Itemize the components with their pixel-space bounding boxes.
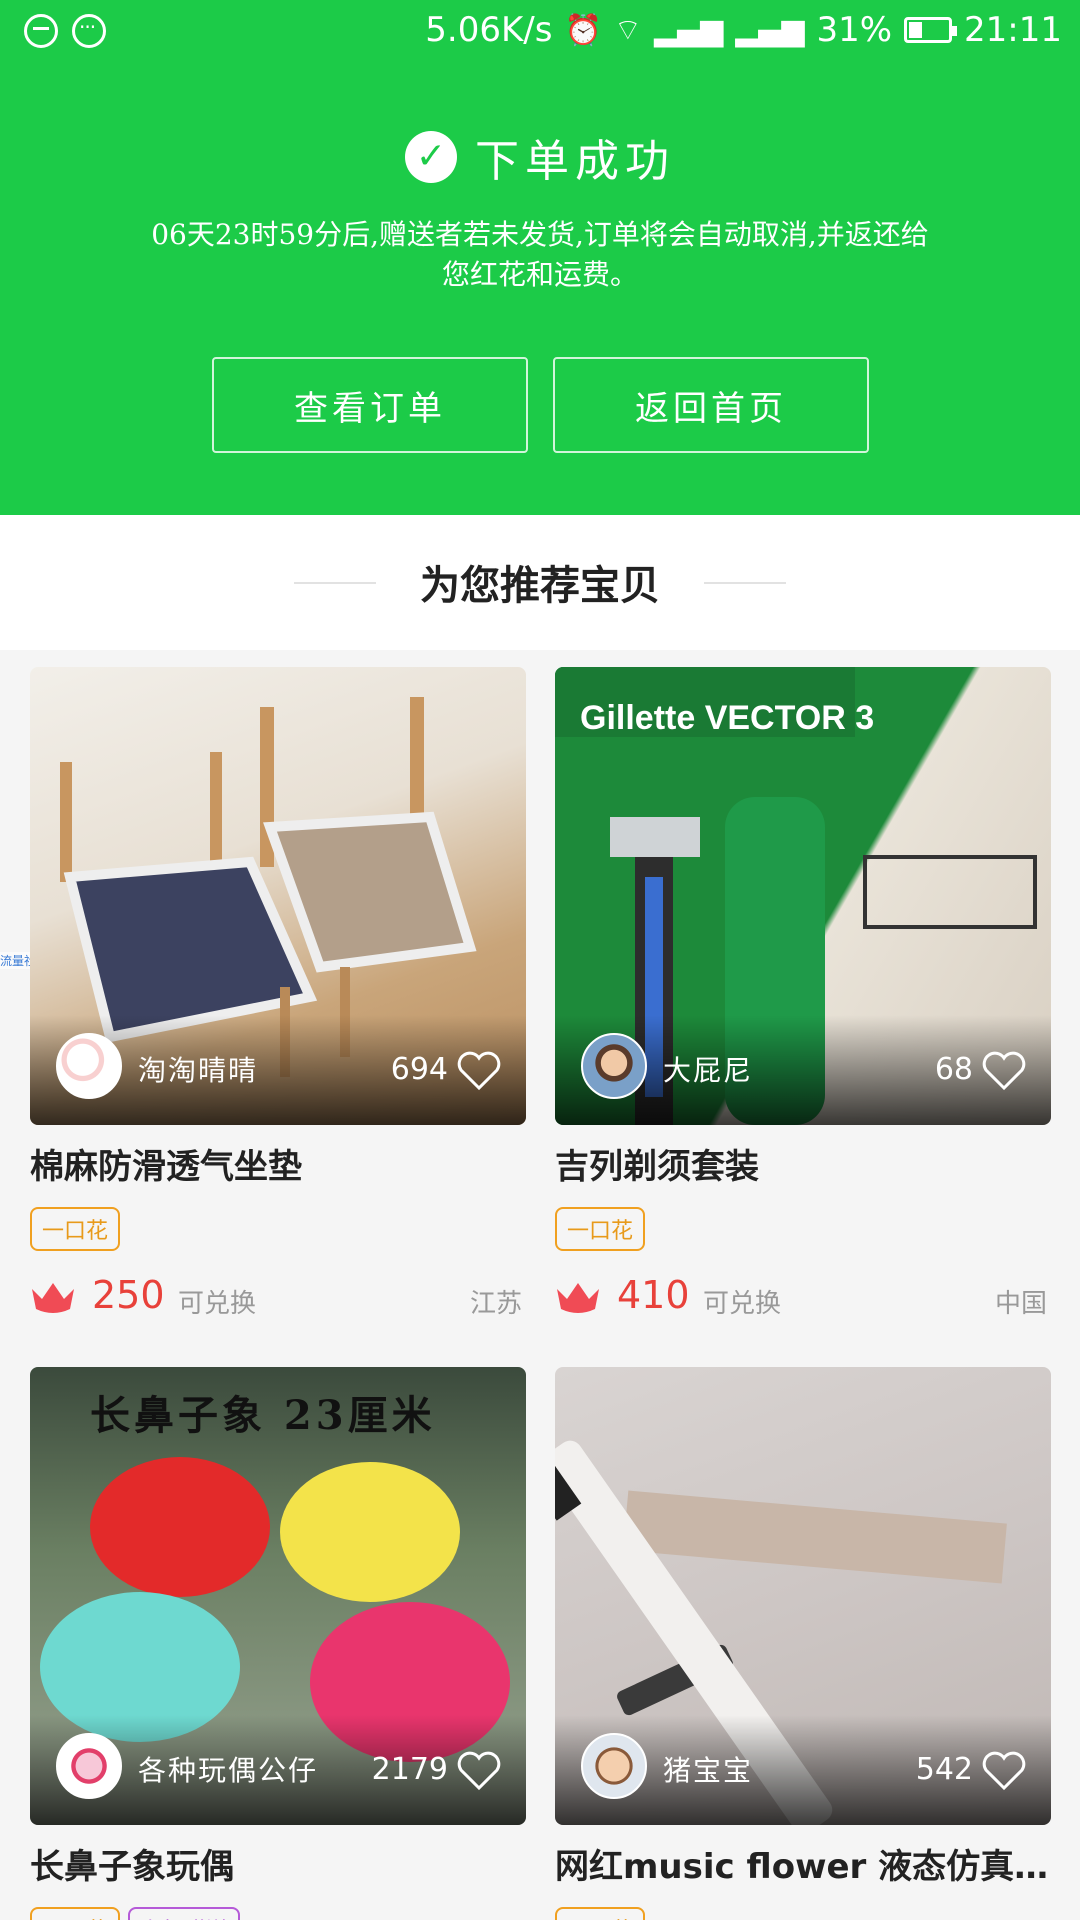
product-tag: 一口花 (30, 1207, 121, 1251)
exchange-label: 可兑换 (178, 1289, 257, 1319)
view-orders-button[interactable]: 查看订单 (212, 357, 528, 453)
seller-avatar[interactable] (581, 1033, 647, 1099)
like-count: 542 (915, 1752, 973, 1787)
product-card[interactable]: 猪宝宝 542 网红music flower 液态仿真... 一口花 (555, 1367, 1051, 1920)
status-bar: 5.06K/s ⏰ ⌔ ▂▄▆ ▂▄▆ 31% 21:11 (0, 0, 1080, 62)
price-row: 250 可兑换 江苏 (30, 1271, 526, 1321)
seller-name: 淘淘晴晴 (138, 1054, 259, 1087)
product-photo[interactable]: 长鼻子象 23厘米 各种玩偶公仔 2179 (30, 1367, 526, 1825)
back-home-button[interactable]: 返回首页 (553, 357, 869, 453)
heart-icon[interactable] (456, 1751, 502, 1791)
flower-price: 250 (92, 1273, 165, 1317)
order-success-header: 5.06K/s ⏰ ⌔ ▂▄▆ ▂▄▆ 31% 21:11 ✓ 下单成功 06天… (0, 0, 1080, 515)
divider-right (704, 582, 786, 584)
product-title[interactable]: 棉麻防滑透气坐垫 (30, 1139, 526, 1189)
product-photo[interactable]: Gillette VECTOR 3 大屁尼 68 (555, 667, 1051, 1125)
product-title[interactable]: 吉列剃须套装 (555, 1139, 1051, 1189)
flower-price: 410 (617, 1273, 690, 1317)
location: 中国 (994, 1289, 1047, 1319)
signal-icon-2: ▂▄▆ (735, 12, 805, 48)
product-tag: 上架赠送 (128, 1907, 241, 1920)
exchange-label: 可兑换 (703, 1289, 782, 1319)
seller-name: 各种玩偶公仔 (138, 1754, 319, 1787)
seller-name: 猪宝宝 (663, 1754, 754, 1787)
like-count: 68 (934, 1052, 973, 1087)
red-flower-icon (32, 1283, 74, 1313)
success-title: 下单成功 (475, 136, 675, 187)
heart-icon[interactable] (981, 1751, 1027, 1791)
recommend-section-header: 为您推荐宝贝 (0, 515, 1080, 650)
seller-avatar[interactable] (56, 1033, 122, 1099)
seller-avatar[interactable] (581, 1733, 647, 1799)
auto-cancel-notice: 06天23时59分后,赠送者若未发货,订单将会自动取消,并返还给您红花和运费。 (151, 218, 929, 291)
success-title-row: ✓ 下单成功 (0, 125, 1080, 189)
alarm-icon: ⏰ (564, 12, 602, 48)
product-card[interactable]: 长鼻子象 23厘米 各种玩偶公仔 2179 长鼻子象玩偶 一口花 上架赠送 (30, 1367, 526, 1920)
product-tag: 一口花 (555, 1207, 646, 1251)
wifi-icon: ⌔ (613, 13, 642, 48)
heart-icon[interactable] (981, 1051, 1027, 1091)
check-circle-icon: ✓ (405, 131, 457, 183)
battery-percent: 31% (816, 10, 893, 50)
product-tag: 一口花 (30, 1907, 121, 1920)
heart-icon[interactable] (456, 1051, 502, 1091)
photo-caption: 长鼻子象 23厘米 (90, 1392, 436, 1439)
privacy-mask-icon (24, 14, 58, 48)
more-notifications-icon (72, 14, 106, 48)
price-row: 410 可兑换 中国 (555, 1271, 1051, 1321)
clock: 21:11 (964, 10, 1062, 50)
like-count: 694 (390, 1052, 448, 1087)
product-tag: 一口花 (555, 1907, 646, 1920)
product-title[interactable]: 长鼻子象玩偶 (30, 1839, 526, 1889)
seller-avatar[interactable] (56, 1733, 122, 1799)
recommend-title: 为您推荐宝贝 (420, 563, 660, 609)
network-speed: 5.06K/s (425, 10, 553, 50)
red-flower-icon (557, 1283, 599, 1313)
signal-icon-1: ▂▄▆ (654, 12, 724, 48)
product-title[interactable]: 网红music flower 液态仿真... (555, 1839, 1051, 1889)
battery-icon (904, 17, 958, 43)
svg-text:Gillette VECTOR 3: Gillette VECTOR 3 (580, 699, 874, 737)
product-photo[interactable]: 淘淘晴晴 694 (30, 667, 526, 1125)
seller-name: 大屁尼 (663, 1054, 754, 1087)
product-photo[interactable]: 猪宝宝 542 (555, 1367, 1051, 1825)
location: 江苏 (469, 1289, 522, 1319)
product-card[interactable]: Gillette VECTOR 3 大屁尼 68 吉列剃须套装 一口花 410 … (555, 667, 1051, 1321)
product-card[interactable]: 淘淘晴晴 694 棉麻防滑透气坐垫 一口花 250 可兑换 江苏 (30, 667, 526, 1321)
like-count: 2179 (371, 1752, 448, 1787)
